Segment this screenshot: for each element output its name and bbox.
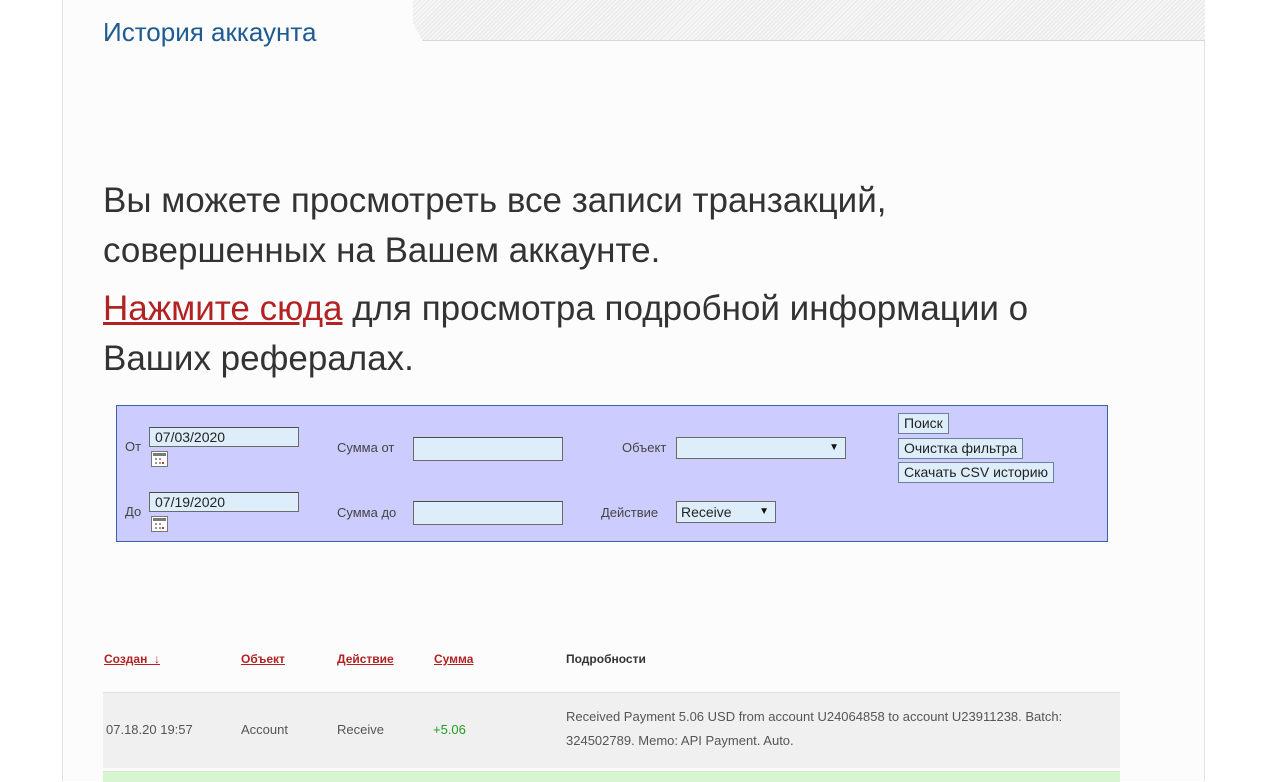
table-row <box>103 771 1120 782</box>
cell-amount: +5.06 <box>433 722 466 737</box>
column-header-action[interactable]: Действие <box>337 652 394 666</box>
tab-title[interactable]: История аккаунта <box>103 17 316 48</box>
object-select[interactable]: ▼ <box>676 437 846 459</box>
referral-paragraph: Нажмите сюда для просмотра подробной инф… <box>103 284 1103 384</box>
tab-bar-background <box>400 0 1205 41</box>
dropdown-arrow-icon: ▼ <box>759 506 769 517</box>
column-header-amount[interactable]: Сумма <box>434 652 473 666</box>
from-label: От <box>125 439 142 454</box>
filter-form: От До Сумма от Сумма до Объект ▼ Действи… <box>116 405 1108 542</box>
column-header-details: Подробности <box>566 652 646 666</box>
cell-action: Receive <box>337 722 384 737</box>
download-csv-button[interactable]: Скачать CSV историю <box>898 462 1055 483</box>
amount-to-label: Сумма до <box>337 505 397 520</box>
column-header-created[interactable]: Создан_↓ <box>104 652 160 666</box>
cell-created: 07.18.20 19:57 <box>106 722 193 737</box>
calendar-icon[interactable] <box>151 451 168 467</box>
amount-from-label: Сумма от <box>337 440 395 455</box>
cell-details: Received Payment 5.06 USD from account U… <box>566 709 1063 748</box>
calendar-icon[interactable] <box>151 516 168 532</box>
action-select[interactable]: Receive ▼ <box>676 501 776 523</box>
table-row: 07.18.20 19:57 Account Receive +5.06 Rec… <box>103 692 1120 768</box>
action-select-value: Receive <box>681 504 732 520</box>
tab-corner <box>396 0 426 50</box>
column-header-object[interactable]: Объект <box>241 652 285 666</box>
clear-filter-button[interactable]: Очистка фильтра <box>898 438 1024 459</box>
date-to-field[interactable] <box>149 492 299 512</box>
date-from-field[interactable] <box>149 427 299 447</box>
intro-text: Вы можете просмотреть все записи транзак… <box>103 181 887 270</box>
to-label: До <box>125 504 142 519</box>
amount-from-field[interactable] <box>413 437 563 461</box>
referral-link[interactable]: Нажмите сюда <box>103 289 342 328</box>
search-button[interactable]: Поиск <box>898 413 949 434</box>
dropdown-arrow-icon: ▼ <box>829 442 839 453</box>
action-label: Действие <box>601 505 659 520</box>
page-margin <box>1207 0 1280 781</box>
cell-object: Account <box>241 722 288 737</box>
amount-to-field[interactable] <box>413 501 563 525</box>
object-label: Объект <box>622 440 667 455</box>
